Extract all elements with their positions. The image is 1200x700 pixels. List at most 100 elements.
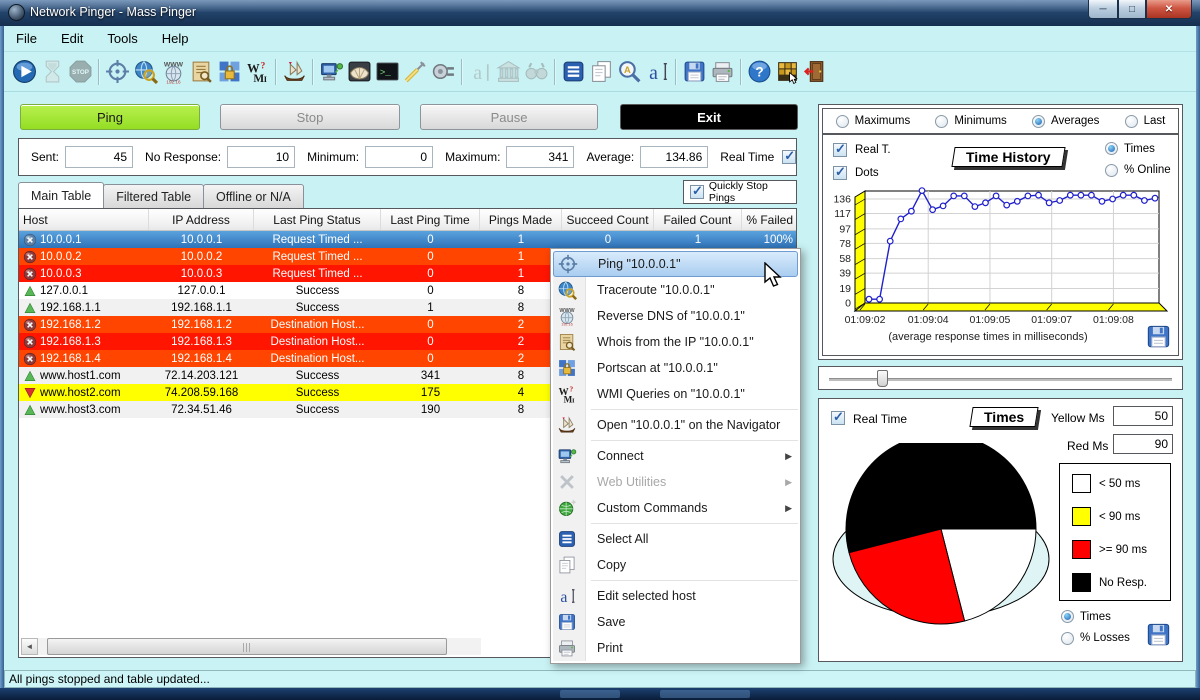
column-header-pings-made[interactable]: Pings Made — [480, 209, 562, 230]
column-header-failed-count[interactable]: Failed Count — [654, 209, 742, 230]
toolbar-reverse-dns-button[interactable]: WWW192.16 — [159, 57, 187, 87]
toolbar-print-button[interactable] — [708, 57, 736, 87]
history-slider-thumb[interactable] — [877, 370, 888, 387]
toolbar-wmi-queries-button[interactable]: W?MI — [243, 57, 271, 87]
menu-item-copy[interactable]: Copy — [551, 552, 800, 578]
menu-item-edit-selected-host[interactable]: aEdit selected host — [551, 583, 800, 609]
pie-unit-radio-losses[interactable] — [1061, 632, 1074, 645]
column-header-last-ping-status[interactable]: Last Ping Status — [254, 209, 381, 230]
tab-filtered-table[interactable]: Filtered Table — [103, 184, 204, 208]
menu-tools[interactable]: Tools — [95, 27, 149, 50]
menu-item-custom-commands[interactable]: Custom Commands▶ — [551, 495, 800, 521]
host-status-fail-ball-icon — [23, 250, 37, 264]
menu-edit[interactable]: Edit — [49, 27, 95, 50]
menu-item-select-all[interactable]: Select All — [551, 526, 800, 552]
app-icon — [8, 4, 25, 21]
quickly-stop-pings-checkbox[interactable] — [690, 185, 704, 199]
pie-title: Times — [969, 407, 1038, 427]
yellow-ms-input[interactable] — [1113, 406, 1173, 426]
no-response-input[interactable] — [227, 146, 295, 168]
menu-item-portscan-at-10-0-0-1[interactable]: Portscan at "10.0.0.1" — [551, 355, 800, 381]
chart-mode-radio-averages[interactable] — [1032, 115, 1045, 128]
toolbar-whois-button[interactable] — [187, 57, 215, 87]
chart-mode-radio-minimums[interactable] — [935, 115, 948, 128]
ping-button[interactable]: Ping — [20, 104, 200, 130]
pie-real-time-checkbox[interactable] — [831, 411, 845, 425]
toolbar-find-button[interactable]: A — [615, 57, 643, 87]
menu-item-whois-from-the-ip-10-0-0-1[interactable]: Whois from the IP "10.0.0.1" — [551, 329, 800, 355]
menu-bar: FileEditToolsHelp — [4, 26, 1196, 52]
legend-swatch — [1072, 474, 1091, 493]
menu-item-open-10-0-0-1-on-the-navigator[interactable]: Open "10.0.0.1" on the Navigator — [551, 412, 800, 438]
menu-item-wmi-queries-on-10-0-0-1[interactable]: W?MIWMI Queries on "10.0.0.1" — [551, 381, 800, 407]
toolbar-save-button[interactable] — [680, 57, 708, 87]
svg-text:I: I — [572, 397, 575, 404]
svg-text:192.16: 192.16 — [561, 323, 572, 326]
svg-text:?: ? — [260, 61, 265, 71]
minimize-button[interactable]: ─ — [1088, 0, 1118, 19]
save-pie-button[interactable] — [1145, 621, 1172, 648]
toolbar-connect-button[interactable] — [317, 57, 345, 87]
table-row-10-0-0-1[interactable]: 10.0.0.110.0.0.1Request Timed ...0101100… — [19, 231, 796, 248]
time-history-unit-radio-times[interactable] — [1105, 142, 1118, 155]
chart-mode-radio-last[interactable] — [1125, 115, 1138, 128]
menu-file[interactable]: File — [4, 27, 49, 50]
menu-item-ping-10-0-0-1[interactable]: Ping "10.0.0.1" — [553, 251, 798, 277]
sent-input[interactable] — [65, 146, 133, 168]
host-status-fail-ball-icon — [23, 352, 37, 366]
column-header-ip-address[interactable]: IP Address — [149, 209, 254, 230]
host-status-up-tri-icon — [23, 301, 37, 315]
toolbar-traceroute-button[interactable] — [131, 57, 159, 87]
cell-last-ping-time: 0 — [381, 316, 480, 333]
column-header-last-ping-time[interactable]: Last Ping Time — [381, 209, 480, 230]
toolbar-edit-host-button[interactable]: a — [643, 57, 671, 87]
real-time-checkbox[interactable] — [782, 150, 796, 164]
pause-button[interactable]: Pause — [420, 104, 598, 130]
average-input[interactable] — [640, 146, 708, 168]
scrollbar-thumb[interactable] — [47, 638, 447, 655]
menu-item-reverse-dns-of-10-0-0-1[interactable]: WWW192.16Reverse DNS of "10.0.0.1" — [551, 303, 800, 329]
toolbar-packet-sender-button[interactable] — [401, 57, 429, 87]
column-header-succeed-count[interactable]: Succeed Count — [562, 209, 654, 230]
close-button[interactable]: ✕ — [1146, 0, 1192, 19]
pie-unit-radio-times[interactable] — [1061, 610, 1074, 623]
toolbar-portscan-button[interactable] — [215, 57, 243, 87]
red-ms-input[interactable] — [1113, 434, 1173, 454]
title-bar[interactable]: Network Pinger - Mass Pinger ─ □ ✕ — [0, 0, 1200, 26]
menu-item-print[interactable]: Print — [551, 635, 800, 661]
exit-button[interactable]: Exit — [620, 104, 798, 130]
pie-legend: < 50 ms< 90 ms>= 90 msNo Resp. — [1059, 463, 1171, 601]
toolbar-shell-button[interactable] — [345, 57, 373, 87]
menu-help[interactable]: Help — [150, 27, 201, 50]
toolbar-help-button[interactable]: ? — [745, 57, 773, 87]
real-t-checkbox[interactable] — [833, 143, 847, 157]
time-history-unit-radio-online[interactable] — [1105, 164, 1118, 177]
chart-mode-radio-maximums[interactable] — [836, 115, 849, 128]
scroll-left-arrow[interactable]: ◄ — [21, 638, 38, 655]
toolbar-wake-on-lan-button[interactable] — [429, 57, 457, 87]
toolbar-website-button[interactable] — [773, 57, 801, 87]
save-chart-button[interactable] — [1145, 323, 1172, 350]
quickly-stop-pings-box: Quickly Stop Pings — [683, 180, 797, 204]
column-header-host[interactable]: Host — [19, 209, 149, 230]
minimum-input[interactable] — [365, 146, 433, 168]
time-history-unit-radio-label: % Online — [1124, 164, 1171, 176]
column-header-failed[interactable]: % Failed — [742, 209, 796, 230]
menu-item-save[interactable]: Save — [551, 609, 800, 635]
toolbar-select-all-button[interactable] — [559, 57, 587, 87]
toolbar-ping-target-button[interactable] — [103, 57, 131, 87]
maximize-button[interactable]: □ — [1118, 0, 1146, 19]
toolbar-start-pings-button[interactable] — [10, 57, 38, 87]
stop-button[interactable]: Stop — [220, 104, 400, 130]
toolbar-exit-button[interactable] — [801, 57, 829, 87]
toolbar-copy-button[interactable] — [587, 57, 615, 87]
menu-item-connect[interactable]: Connect▶ — [551, 443, 800, 469]
tab-offline-or-n-a[interactable]: Offline or N/A — [203, 184, 304, 208]
horizontal-scrollbar[interactable]: ◄ — [21, 638, 481, 655]
maximum-input[interactable] — [506, 146, 574, 168]
tab-main-table[interactable]: Main Table — [18, 182, 104, 208]
dots-checkbox[interactable] — [833, 166, 847, 180]
host-status-up-tri-icon — [23, 284, 37, 298]
toolbar-navigator-button[interactable] — [280, 57, 308, 87]
toolbar-terminal-button[interactable]: >_ — [373, 57, 401, 87]
